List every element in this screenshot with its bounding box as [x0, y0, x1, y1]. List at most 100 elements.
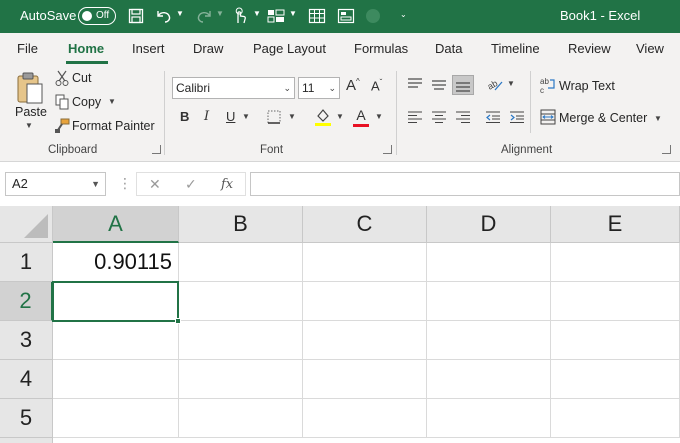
increase-font-size-icon[interactable]: A^ [346, 77, 360, 94]
column-header-a[interactable]: A [53, 206, 179, 243]
orientation-icon[interactable]: ab [484, 74, 506, 94]
align-center-icon[interactable] [428, 107, 450, 127]
cell-b1[interactable] [179, 243, 303, 282]
cancel-icon[interactable]: ✕ [149, 176, 161, 193]
font-launcher-icon[interactable] [383, 145, 392, 154]
paste-dropdown-icon[interactable]: ▼ [25, 121, 33, 130]
cell-c4[interactable] [303, 360, 427, 399]
more-options-icon[interactable]: ⋮ [118, 175, 132, 192]
cell-c2[interactable] [303, 282, 427, 321]
row-header-5[interactable]: 5 [0, 399, 53, 438]
format-painter-icon[interactable] [54, 118, 70, 134]
merge-center-label[interactable]: Merge & Center [559, 111, 647, 125]
tab-view[interactable]: View [636, 41, 664, 56]
cell-d2[interactable] [427, 282, 551, 321]
cell-b3[interactable] [179, 321, 303, 360]
cut-label[interactable]: Cut [72, 71, 91, 85]
tab-formulas[interactable]: Formulas [354, 41, 408, 56]
cell-e2[interactable] [551, 282, 680, 321]
tab-page-layout[interactable]: Page Layout [253, 41, 326, 56]
wrap-text-label[interactable]: Wrap Text [559, 79, 615, 93]
bottom-align-icon[interactable] [452, 75, 474, 95]
cell-e3[interactable] [551, 321, 680, 360]
autosave-toggle[interactable]: Off [78, 7, 116, 25]
cell-e5[interactable] [551, 399, 680, 438]
merge-dropdown-icon[interactable]: ▼ [654, 114, 662, 123]
undo-dropdown-icon[interactable]: ▼ [176, 9, 184, 18]
italic-button[interactable]: I [204, 109, 209, 124]
cell-e4[interactable] [551, 360, 680, 399]
layout-dropdown-icon[interactable]: ▼ [289, 9, 297, 18]
borders-dropdown-icon[interactable]: ▼ [288, 112, 296, 121]
font-color-dropdown-icon[interactable]: ▼ [375, 112, 383, 121]
tab-timeline[interactable]: Timeline [491, 41, 540, 56]
fill-color-icon[interactable] [314, 107, 332, 127]
cell-d5[interactable] [427, 399, 551, 438]
fill-handle[interactable] [175, 318, 181, 324]
row-header-6[interactable] [0, 438, 53, 443]
wrap-text-icon[interactable]: ab c [540, 76, 556, 94]
align-right-icon[interactable] [452, 107, 474, 127]
underline-button[interactable]: U [226, 109, 235, 124]
tab-review[interactable]: Review [568, 41, 611, 56]
paste-label[interactable]: Paste [15, 105, 47, 119]
formula-input[interactable] [250, 172, 680, 196]
bold-button[interactable]: B [180, 109, 189, 124]
font-size-select[interactable]: 11 ⌄ [298, 77, 340, 99]
form-icon[interactable] [335, 6, 357, 26]
row-header-2[interactable]: 2 [0, 282, 53, 321]
enter-icon[interactable]: ✓ [185, 176, 197, 193]
tab-insert[interactable]: Insert [132, 41, 165, 56]
cell-b4[interactable] [179, 360, 303, 399]
clipboard-launcher-icon[interactable] [152, 145, 161, 154]
fill-color-dropdown-icon[interactable]: ▼ [336, 112, 344, 121]
font-name-select[interactable]: Calibri ⌄ [172, 77, 295, 99]
cell-c5[interactable] [303, 399, 427, 438]
increase-indent-icon[interactable] [506, 107, 528, 127]
tab-home[interactable]: Home [68, 41, 104, 56]
paste-icon[interactable] [14, 71, 46, 105]
top-align-icon[interactable] [404, 74, 426, 94]
copy-dropdown-icon[interactable]: ▼ [108, 97, 116, 106]
cell-a4[interactable] [53, 360, 179, 399]
underline-dropdown-icon[interactable]: ▼ [242, 112, 250, 121]
undo-icon[interactable] [153, 6, 175, 26]
tab-draw[interactable]: Draw [193, 41, 223, 56]
column-header-b[interactable]: B [179, 206, 303, 243]
decrease-font-size-icon[interactable]: Aˇ [371, 78, 382, 93]
cell-e1[interactable] [551, 243, 680, 282]
name-box[interactable]: A2 ▼ [5, 172, 106, 196]
decrease-indent-icon[interactable] [482, 107, 504, 127]
tab-file[interactable]: File [17, 41, 38, 56]
row-header-1[interactable]: 1 [0, 243, 53, 282]
cell-d1[interactable] [427, 243, 551, 282]
redo-dropdown-icon[interactable]: ▼ [216, 9, 224, 18]
touch-dropdown-icon[interactable]: ▼ [253, 9, 261, 18]
cell-b5[interactable] [179, 399, 303, 438]
cell-a1[interactable]: 0.90115 [53, 243, 179, 282]
redo-icon[interactable] [193, 6, 215, 26]
copy-icon[interactable] [54, 94, 70, 110]
table-icon[interactable] [306, 6, 328, 26]
middle-align-icon[interactable] [428, 74, 450, 94]
orientation-dropdown-icon[interactable]: ▼ [507, 79, 515, 88]
font-color-icon[interactable]: A [352, 107, 370, 127]
column-header-e[interactable]: E [551, 206, 680, 243]
save-icon[interactable] [125, 6, 147, 26]
copy-label[interactable]: Copy [72, 95, 101, 109]
cut-icon[interactable] [54, 70, 70, 86]
borders-icon[interactable] [266, 109, 282, 125]
cell-a3[interactable] [53, 321, 179, 360]
layout-icon[interactable] [265, 6, 287, 26]
cell-a5[interactable] [53, 399, 179, 438]
format-painter-label[interactable]: Format Painter [72, 119, 155, 133]
tab-data[interactable]: Data [435, 41, 462, 56]
column-header-c[interactable]: C [303, 206, 427, 243]
insert-function-button[interactable]: fx [221, 177, 233, 192]
alignment-launcher-icon[interactable] [662, 145, 671, 154]
row-header-4[interactable]: 4 [0, 360, 53, 399]
row-header-3[interactable]: 3 [0, 321, 53, 360]
select-all-button[interactable] [0, 206, 53, 243]
cell-d3[interactable] [427, 321, 551, 360]
touch-mode-icon[interactable] [229, 6, 251, 26]
